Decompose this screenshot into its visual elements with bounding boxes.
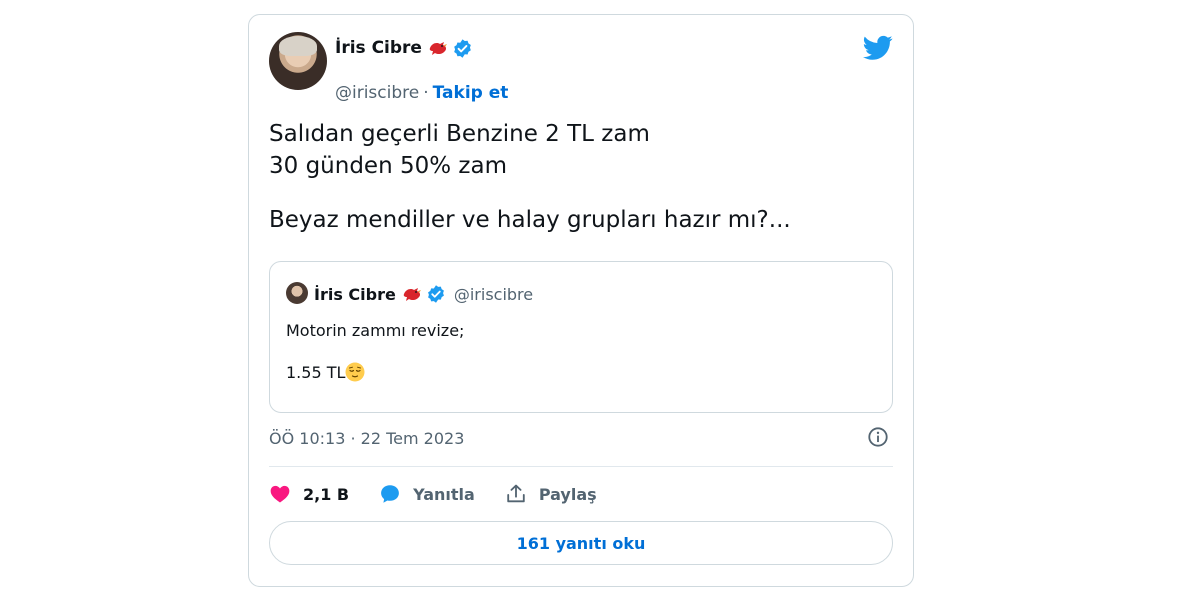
- quoted-line-gap: [286, 342, 464, 362]
- relieved-face-emoji-icon: [345, 362, 365, 382]
- author-name-row: İris Cibre: [335, 35, 473, 61]
- quoted-tweet-text: Motorin zammı revize; 1.55 TL: [286, 320, 464, 384]
- heart-icon: [270, 485, 290, 503]
- like-button[interactable]: 2,1 B: [269, 483, 349, 505]
- tweet-line-4: Beyaz mendiller ve halay grupları hazır …: [269, 207, 791, 233]
- info-icon[interactable]: [867, 426, 889, 448]
- tweet-line-gap: [269, 182, 791, 204]
- verified-badge-icon: [427, 285, 444, 303]
- reply-label: Yanıtla: [413, 484, 475, 504]
- tweet-actions: 2,1 B Yanıtla Paylaş: [269, 481, 627, 507]
- tweet-timestamp[interactable]: ÖÖ 10:13 · 22 Tem 2023: [269, 429, 464, 448]
- author-handle-row: @iriscibre · Takip et: [335, 83, 508, 103]
- share-upload-icon: [507, 484, 525, 503]
- quoted-line-1: Motorin zammı revize;: [286, 321, 465, 340]
- tweet-text: Salıdan geçerli Benzine 2 TL zam 30 günd…: [269, 118, 791, 236]
- reply-button[interactable]: Yanıtla: [379, 483, 475, 505]
- verified-badge-icon: [454, 38, 471, 58]
- read-replies-button[interactable]: 161 yanıtı oku: [269, 521, 893, 565]
- quoted-name-row: İris Cibre @iriscibre: [314, 282, 533, 306]
- tweet-card: İris Cibre @iriscibre · Takip et Salıdan…: [248, 14, 914, 587]
- red-bird-emoji-icon: [429, 42, 447, 55]
- quoted-line-3: 1.55 TL: [286, 362, 464, 384]
- share-label: Paylaş: [538, 484, 597, 504]
- red-bird-emoji-icon: [403, 288, 421, 301]
- quoted-line-3-text: 1.55 TL: [286, 363, 346, 382]
- actions-divider: [269, 466, 893, 467]
- quoted-author-name: İris Cibre: [314, 284, 396, 304]
- like-count: 2,1 B: [303, 484, 350, 504]
- quoted-tweet[interactable]: İris Cibre @iriscibre Motorin zammı revi…: [269, 261, 893, 413]
- quoted-author-avatar: [286, 282, 308, 304]
- share-button[interactable]: Paylaş: [505, 483, 597, 505]
- tweet-line-2: 30 günden 50% zam: [269, 153, 507, 179]
- quoted-author-handle: @iriscibre: [453, 284, 534, 304]
- follow-button[interactable]: Takip et: [433, 83, 509, 103]
- author-name[interactable]: İris Cibre: [335, 38, 422, 58]
- tweet-line-1: Salıdan geçerli Benzine 2 TL zam: [269, 121, 650, 147]
- author-avatar[interactable]: [269, 32, 327, 90]
- handle-separator: ·: [423, 83, 429, 103]
- twitter-bird-icon[interactable]: [863, 35, 893, 61]
- speech-bubble-icon: [381, 485, 400, 503]
- author-handle[interactable]: @iriscibre: [335, 83, 419, 103]
